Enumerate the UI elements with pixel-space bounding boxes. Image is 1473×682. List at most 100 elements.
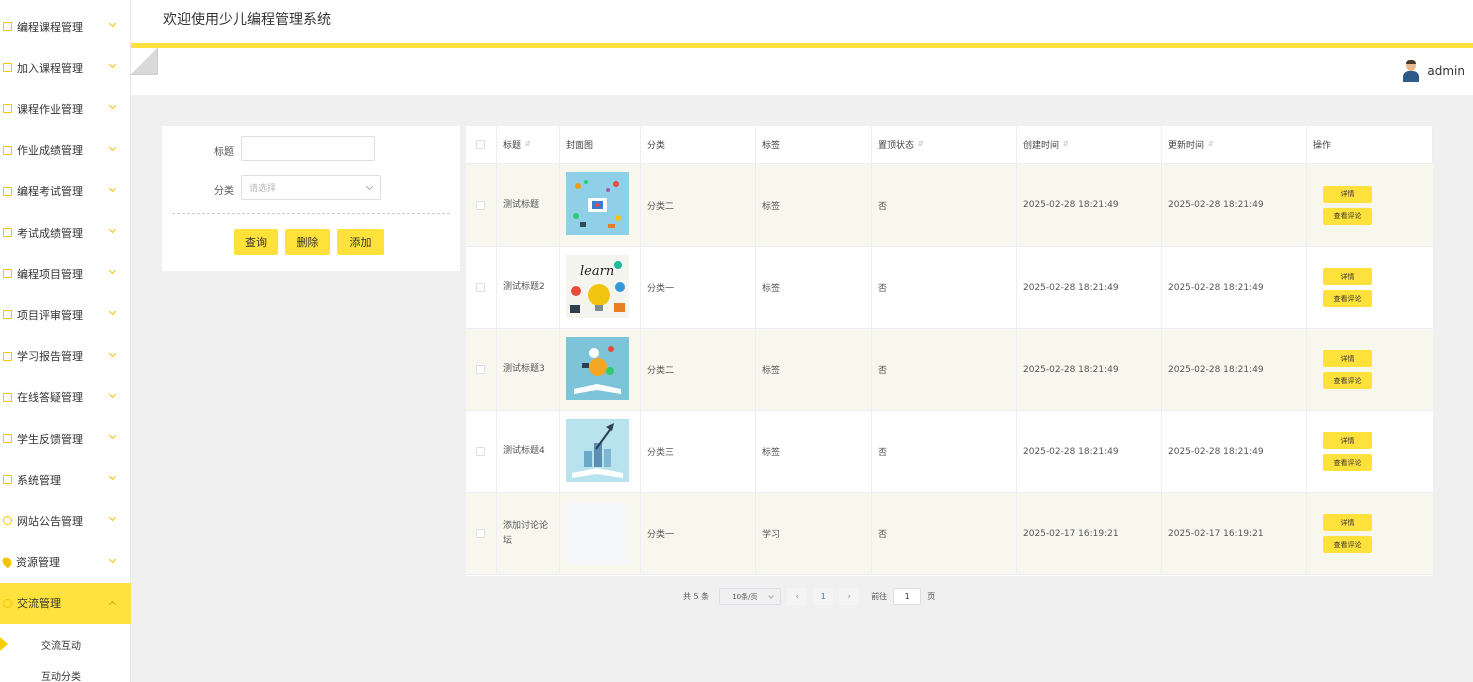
table-row[interactable]: 测试标题4 分类三 标签否 2025-02-28 18:21:49 2025-02-28… <box>466 411 1433 493</box>
created-cell: 2025-02-17 16:19:21 <box>1017 493 1162 574</box>
site-title: 欢迎使用少儿编程管理系统 <box>163 12 331 28</box>
tag-cell: 学习 <box>756 493 872 574</box>
edit-icon <box>3 145 12 155</box>
sidebar-item[interactable]: 考试成绩管理 <box>0 212 131 253</box>
sidebar-item[interactable]: 加入课程管理 <box>0 47 131 88</box>
column-header-label: 置顶状态 <box>878 141 915 151</box>
column-header-label: 封面图 <box>566 141 594 151</box>
chevron-down-icon <box>108 431 117 440</box>
cover-image[interactable] <box>566 502 629 565</box>
sort-icon: ⇵ <box>1063 140 1069 148</box>
detail-button[interactable]: 详情 <box>1323 268 1372 285</box>
column-header-label: 操作 <box>1313 141 1332 151</box>
table-row[interactable]: 测试标题3 分类二 标签否 2025-02-28 18:21:49 2025-02-28… <box>466 329 1433 411</box>
pagination: 共 5 条 10条/页 ‹ 1 › 前往 页 <box>683 588 935 605</box>
sidebar-item[interactable]: 课程作业管理 <box>0 88 131 129</box>
tag-cell: 标签 <box>756 247 872 328</box>
table-row[interactable]: 测试标题2 learn 分类一 标签否 2025-02-28 18:21:49 2025-… <box>466 247 1433 329</box>
sidebar-item[interactable]: 网站公告管理 <box>0 500 131 541</box>
chevron-down-icon <box>108 19 117 28</box>
query-button[interactable]: 查询 <box>234 229 278 255</box>
column-header[interactable]: 创建时间 ⇵ <box>1017 126 1162 163</box>
column-header[interactable]: 更新时间 ⇵ <box>1162 126 1307 163</box>
column-header[interactable]: 置顶状态 ⇵ <box>872 126 1017 163</box>
table-row[interactable]: 测试标题 分类二 标签否 2025-02-28 18:21:49 2025-02-28 … <box>466 164 1433 247</box>
next-page-button[interactable]: › <box>839 588 860 605</box>
page-number[interactable]: 1 <box>813 588 834 605</box>
cover-image[interactable] <box>566 418 629 485</box>
category-cell: 分类三 <box>641 411 756 492</box>
pinned-cell: 否 <box>872 493 1017 574</box>
row-checkbox[interactable] <box>476 365 485 374</box>
data-table: 标题 ⇵ 封面图 分类 标签 置顶状态 ⇵ 创建时间 ⇵ 更新时间 ⇵ 操作 测试标题 分类二 标签否 202… <box>466 126 1433 576</box>
column-header: 标签 <box>756 126 872 163</box>
column-header: 分类 <box>641 126 756 163</box>
column-header: 操作 <box>1307 126 1433 163</box>
header: 欢迎使用少儿编程管理系统 <box>131 0 1473 44</box>
prev-page-button[interactable]: ‹ <box>787 588 808 605</box>
detail-button[interactable]: 详情 <box>1323 514 1372 531</box>
sidebar-item[interactable]: 作业成绩管理 <box>0 130 131 171</box>
sidebar-subitem[interactable]: 互动分类 <box>0 661 131 682</box>
view-comments-button[interactable]: 查看评论 <box>1323 536 1372 553</box>
sidebar-item-label: 系统管理 <box>17 473 61 487</box>
cover-cell <box>560 329 641 410</box>
sidebar-item-label: 学生反馈管理 <box>17 432 83 446</box>
edit-icon <box>3 392 12 402</box>
collapse-toggle-icon[interactable] <box>131 48 158 75</box>
sidebar-item[interactable]: 学生反馈管理 <box>0 418 131 459</box>
row-title: 添加讨论论坛 <box>503 521 549 546</box>
sidebar-item[interactable]: 编程项目管理 <box>0 253 131 294</box>
sidebar-item[interactable]: 在线答疑管理 <box>0 377 131 418</box>
cover-image[interactable]: learn <box>566 254 629 321</box>
sidebar-subitem[interactable]: 交流互动 <box>0 630 131 658</box>
cover-image[interactable] <box>566 172 629 238</box>
detail-button[interactable]: 详情 <box>1323 432 1372 449</box>
tag-cell: 标签 <box>756 411 872 492</box>
view-comments-button[interactable]: 查看评论 <box>1323 454 1372 471</box>
title-input[interactable] <box>241 136 375 161</box>
image-icon <box>3 475 12 485</box>
edit-icon <box>3 228 12 237</box>
avatar <box>1401 60 1421 82</box>
sidebar-item[interactable]: 编程考试管理 <box>0 171 131 212</box>
detail-button[interactable]: 详情 <box>1323 350 1372 367</box>
tag-cell: 标签 <box>756 329 872 410</box>
sidebar-item[interactable]: 资源管理 <box>0 542 131 583</box>
add-button[interactable]: 添加 <box>337 229 384 255</box>
row-checkbox[interactable] <box>476 447 485 456</box>
goto-page-input[interactable] <box>893 588 922 605</box>
sidebar-item-label: 网站公告管理 <box>17 514 83 528</box>
category-select[interactable]: 请选择 <box>241 175 381 200</box>
category-cell: 分类一 <box>641 247 756 328</box>
column-header[interactable]: 标题 ⇵ <box>497 126 560 163</box>
select-all-checkbox[interactable] <box>476 140 485 149</box>
subheader: admin <box>131 48 1473 95</box>
delete-button[interactable]: 删除 <box>285 229 330 255</box>
category-cell: 分类二 <box>641 329 756 410</box>
row-checkbox[interactable] <box>476 200 485 210</box>
row-checkbox[interactable] <box>476 529 485 538</box>
detail-button[interactable]: 详情 <box>1323 185 1372 203</box>
title-label: 标题 <box>214 147 234 158</box>
cover-cell: learn <box>560 247 641 328</box>
sidebar-item-label: 在线答疑管理 <box>17 391 83 405</box>
created-cell: 2025-02-28 18:21:49 <box>1017 247 1162 328</box>
cover-image[interactable] <box>566 336 629 403</box>
view-comments-button[interactable]: 查看评论 <box>1323 290 1372 307</box>
table-row[interactable]: 添加讨论论坛 分类一 学习否 2025-02-17 16:19:21 2025-02-1… <box>466 493 1433 575</box>
page-size-select[interactable]: 10条/页 <box>719 588 782 605</box>
row-checkbox[interactable] <box>476 283 485 292</box>
chat-icon <box>3 598 12 608</box>
sidebar-item[interactable]: 项目评审管理 <box>0 294 131 335</box>
column-header-label: 分类 <box>647 141 666 151</box>
sidebar-item[interactable]: 学习报告管理 <box>0 336 131 377</box>
edit-icon <box>3 310 12 320</box>
sidebar-item[interactable]: 编程课程管理 <box>0 6 131 47</box>
view-comments-button[interactable]: 查看评论 <box>1323 372 1372 389</box>
sidebar-item[interactable]: 交流管理 <box>0 582 131 624</box>
view-comments-button[interactable]: 查看评论 <box>1323 207 1372 225</box>
user-menu[interactable]: admin <box>1401 60 1465 82</box>
sidebar-item[interactable]: 系统管理 <box>0 459 131 500</box>
actions-cell: 详情 查看评论 <box>1307 411 1433 492</box>
